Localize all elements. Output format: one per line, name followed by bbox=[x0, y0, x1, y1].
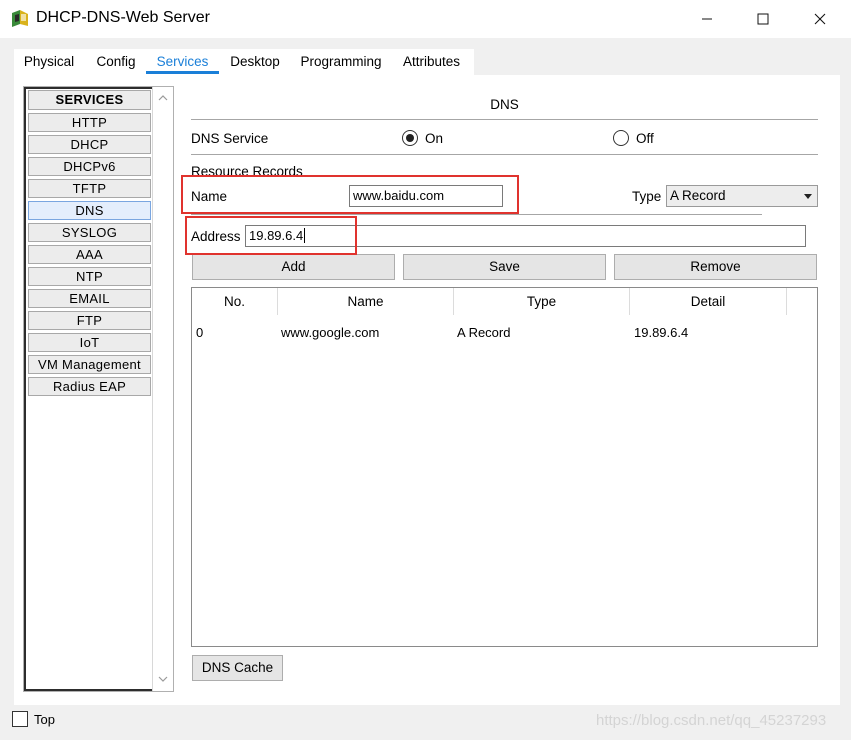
column-header-name[interactable]: Name bbox=[278, 288, 454, 315]
type-select-value: A Record bbox=[670, 188, 726, 203]
dns-on-label[interactable]: On bbox=[425, 131, 443, 146]
maximize-button[interactable] bbox=[740, 0, 786, 38]
type-label: Type bbox=[632, 189, 662, 204]
scroll-up-icon[interactable] bbox=[158, 93, 168, 103]
app-window: DHCP-DNS-Web Server Physical Config Serv… bbox=[0, 0, 851, 740]
active-tab-indicator bbox=[146, 71, 219, 74]
services-list: SERVICES HTTP DHCP DHCPv6 TFTP DNS SYSLO… bbox=[24, 87, 152, 691]
row-name: www.google.com bbox=[281, 325, 380, 340]
tab-programming[interactable]: Programming bbox=[296, 49, 386, 75]
dns-cache-button[interactable]: DNS Cache bbox=[192, 655, 283, 681]
tab-config[interactable]: Config bbox=[90, 49, 142, 75]
remove-button[interactable]: Remove bbox=[614, 254, 817, 280]
dns-on-radio[interactable] bbox=[402, 130, 418, 146]
chevron-down-icon bbox=[804, 194, 812, 199]
sidebar-item-dhcp[interactable]: DHCP bbox=[28, 135, 151, 154]
radio-selected-dot bbox=[406, 134, 414, 142]
column-header-no[interactable]: No. bbox=[192, 288, 278, 315]
app-icon bbox=[12, 10, 28, 27]
tab-attributes[interactable]: Attributes bbox=[397, 49, 466, 75]
sidebar-item-iot[interactable]: IoT bbox=[28, 333, 151, 352]
dns-records-table[interactable]: No. Name Type Detail 0 www.google.com A … bbox=[191, 287, 818, 647]
name-highlight-box bbox=[181, 175, 519, 214]
minimize-icon bbox=[702, 18, 712, 20]
window-title: DHCP-DNS-Web Server bbox=[36, 9, 210, 26]
sidebar-item-email[interactable]: EMAIL bbox=[28, 289, 151, 308]
sidebar-item-vm-management[interactable]: VM Management bbox=[28, 355, 151, 374]
maximize-icon bbox=[757, 13, 769, 25]
close-button[interactable] bbox=[797, 0, 843, 38]
sidebar-item-radius-eap[interactable]: Radius EAP bbox=[28, 377, 151, 396]
add-button[interactable]: Add bbox=[192, 254, 395, 280]
sidebar-item-aaa[interactable]: AAA bbox=[28, 245, 151, 264]
address-highlight-box bbox=[185, 216, 357, 255]
row-type: A Record bbox=[457, 325, 511, 340]
close-icon bbox=[814, 13, 826, 25]
sidebar-item-dns[interactable]: DNS bbox=[28, 201, 151, 220]
tab-bar: Physical Config Services Desktop Program… bbox=[14, 49, 474, 75]
divider bbox=[191, 154, 818, 155]
column-header-detail[interactable]: Detail bbox=[630, 288, 787, 315]
scroll-down-icon[interactable] bbox=[158, 674, 168, 684]
divider bbox=[191, 214, 762, 215]
top-label[interactable]: Top bbox=[34, 712, 55, 727]
dns-service-label: DNS Service bbox=[191, 131, 269, 146]
sidebar-item-tftp[interactable]: TFTP bbox=[28, 179, 151, 198]
title-bar: DHCP-DNS-Web Server bbox=[0, 0, 851, 38]
type-select[interactable]: A Record bbox=[666, 185, 818, 207]
sidebar-item-ftp[interactable]: FTP bbox=[28, 311, 151, 330]
sidebar-item-http[interactable]: HTTP bbox=[28, 113, 151, 132]
dns-off-label[interactable]: Off bbox=[636, 131, 654, 146]
divider bbox=[191, 119, 818, 120]
tab-desktop[interactable]: Desktop bbox=[225, 49, 285, 75]
row-no: 0 bbox=[196, 325, 204, 340]
tab-physical[interactable]: Physical bbox=[16, 49, 82, 75]
top-checkbox[interactable] bbox=[12, 711, 28, 727]
minimize-button[interactable] bbox=[684, 0, 730, 38]
watermark-text: https://blog.csdn.net/qq_45237293 bbox=[596, 712, 827, 729]
save-button[interactable]: Save bbox=[403, 254, 606, 280]
sidebar-item-ntp[interactable]: NTP bbox=[28, 267, 151, 286]
row-detail: 19.89.6.4 bbox=[634, 325, 689, 340]
dns-off-radio[interactable] bbox=[613, 130, 629, 146]
sidebar-item-syslog[interactable]: SYSLOG bbox=[28, 223, 151, 242]
sidebar-header-services: SERVICES bbox=[28, 90, 151, 110]
sidebar-item-dhcpv6[interactable]: DHCPv6 bbox=[28, 157, 151, 176]
dns-heading: DNS bbox=[490, 97, 519, 112]
column-header-type[interactable]: Type bbox=[454, 288, 630, 315]
sidebar-scrollbar[interactable] bbox=[152, 87, 173, 691]
